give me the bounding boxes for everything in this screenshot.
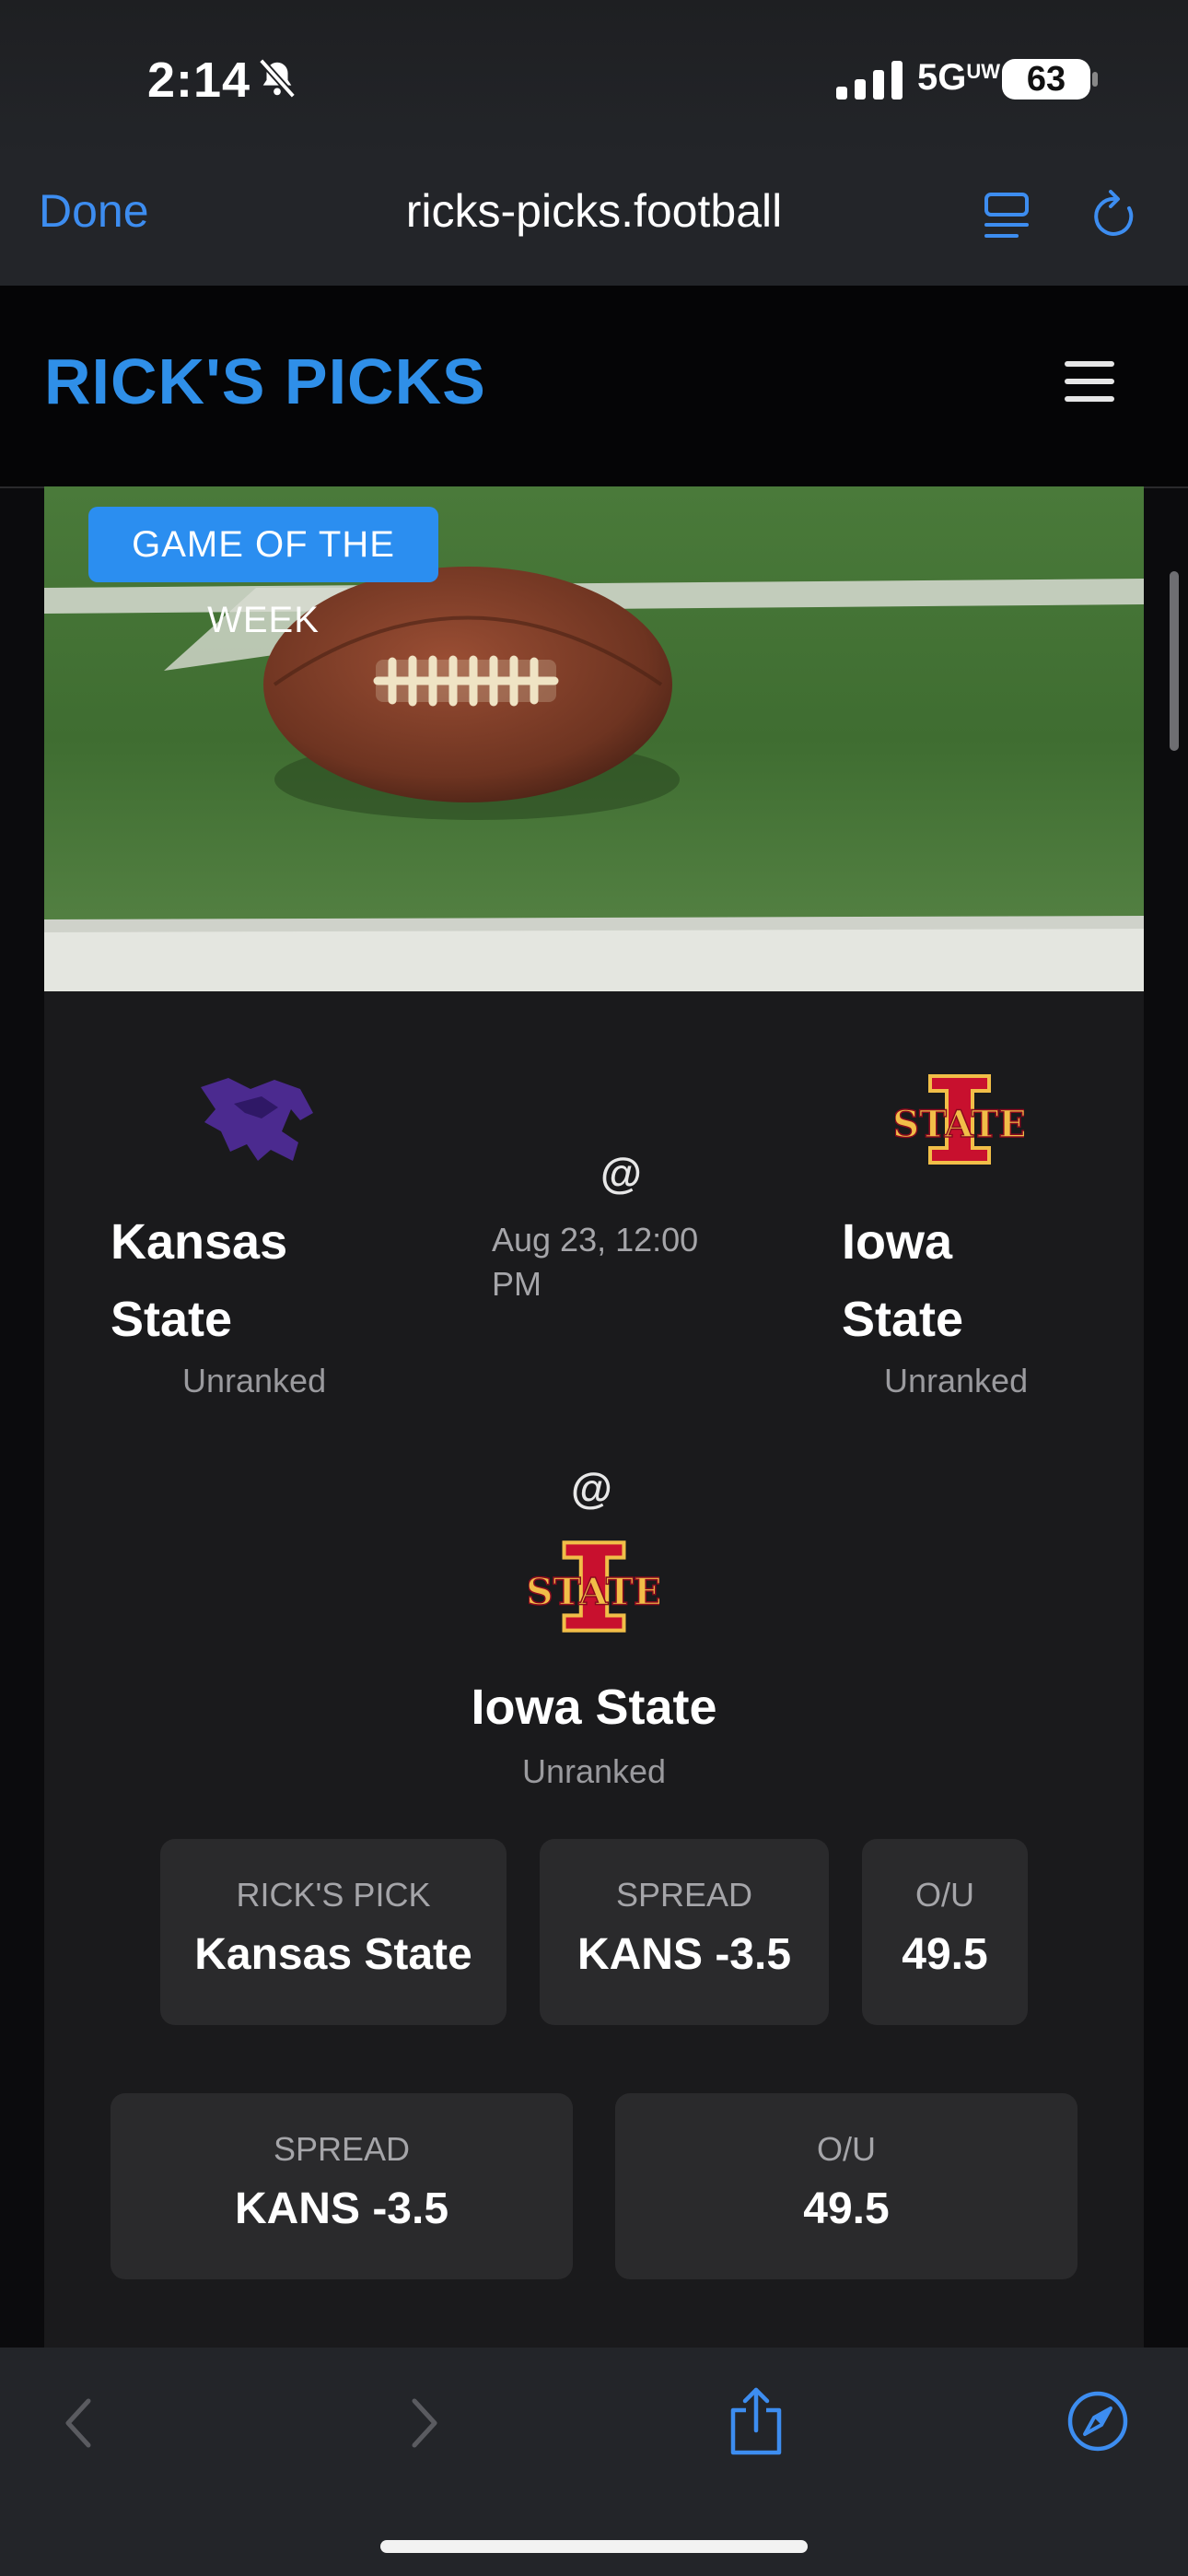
spread-box: SPREAD KANS -3.5 bbox=[540, 1839, 829, 2025]
home-indicator bbox=[380, 2540, 808, 2553]
pick-label: RICK'S PICK bbox=[236, 1876, 431, 1914]
pick-value: Kansas State bbox=[194, 1930, 472, 1979]
iowa-state-logo-icon: STATE bbox=[895, 1074, 1024, 1165]
safari-compass-icon[interactable] bbox=[1066, 2390, 1129, 2453]
svg-text:STATE: STATE bbox=[529, 1569, 659, 1613]
game-date: Aug 23, 12:00 PM bbox=[492, 1221, 699, 1303]
game-card: GAME OF THE WEEK bbox=[44, 486, 1144, 2348]
svg-text:STATE: STATE bbox=[895, 1103, 1024, 1146]
network-type: 5GUW bbox=[917, 57, 1001, 98]
battery-indicator: 63 bbox=[1002, 59, 1090, 100]
stacked-team-rank: Unranked bbox=[521, 1752, 667, 1790]
stacked-iowa-state-logo-icon: STATE bbox=[529, 1540, 659, 1633]
reload-icon[interactable] bbox=[1090, 190, 1140, 241]
odds-spread-label: SPREAD bbox=[273, 2130, 411, 2168]
ricks-pick-box: RICK'S PICK Kansas State bbox=[160, 1839, 507, 2025]
stacked-at-symbol: @ bbox=[571, 1464, 612, 1512]
home-team-name[interactable]: Iowa State bbox=[842, 1203, 963, 1358]
kansas-state-logo-icon bbox=[201, 1078, 313, 1161]
over-under-label: O/U bbox=[914, 1876, 974, 1914]
site-logo[interactable]: RICK'S PICKS bbox=[44, 345, 486, 418]
home-team-rank: Unranked bbox=[884, 1362, 1029, 1399]
game-of-the-week-badge: GAME OF THE WEEK bbox=[88, 507, 438, 640]
away-team-name[interactable]: Kansas State bbox=[111, 1203, 287, 1358]
spread-label: SPREAD bbox=[615, 1876, 753, 1914]
over-under-value: 49.5 bbox=[902, 1930, 988, 1979]
over-under-box: O/U 49.5 bbox=[862, 1839, 1028, 2025]
spread-value: KANS -3.5 bbox=[577, 1930, 792, 1979]
share-icon[interactable] bbox=[728, 2386, 785, 2456]
hero-image: GAME OF THE WEEK bbox=[44, 486, 1144, 991]
odds-over-under-label: O/U bbox=[816, 2130, 876, 2168]
odds-spread-value: KANS -3.5 bbox=[234, 2184, 449, 2233]
forward-chevron-icon[interactable] bbox=[405, 2395, 442, 2451]
back-chevron-icon[interactable] bbox=[61, 2395, 98, 2451]
odds-over-under-value: 49.5 bbox=[803, 2184, 890, 2233]
at-symbol: @ bbox=[600, 1149, 642, 1197]
odds-spread-box: SPREAD KANS -3.5 bbox=[111, 2093, 573, 2279]
stacked-team-name[interactable]: Iowa State bbox=[0, 1679, 1188, 1736]
battery-tip bbox=[1092, 72, 1098, 87]
cellular-signal-icon bbox=[836, 61, 903, 100]
page-scrollbar[interactable] bbox=[1170, 571, 1179, 751]
away-team-rank: Unranked bbox=[182, 1362, 327, 1399]
reader-view-icon[interactable] bbox=[984, 192, 1030, 241]
status-time: 2:14 bbox=[147, 53, 251, 108]
menu-icon[interactable] bbox=[1065, 361, 1114, 402]
odds-over-under-box: O/U 49.5 bbox=[615, 2093, 1077, 2279]
silent-mode-bell-icon bbox=[258, 58, 297, 99]
